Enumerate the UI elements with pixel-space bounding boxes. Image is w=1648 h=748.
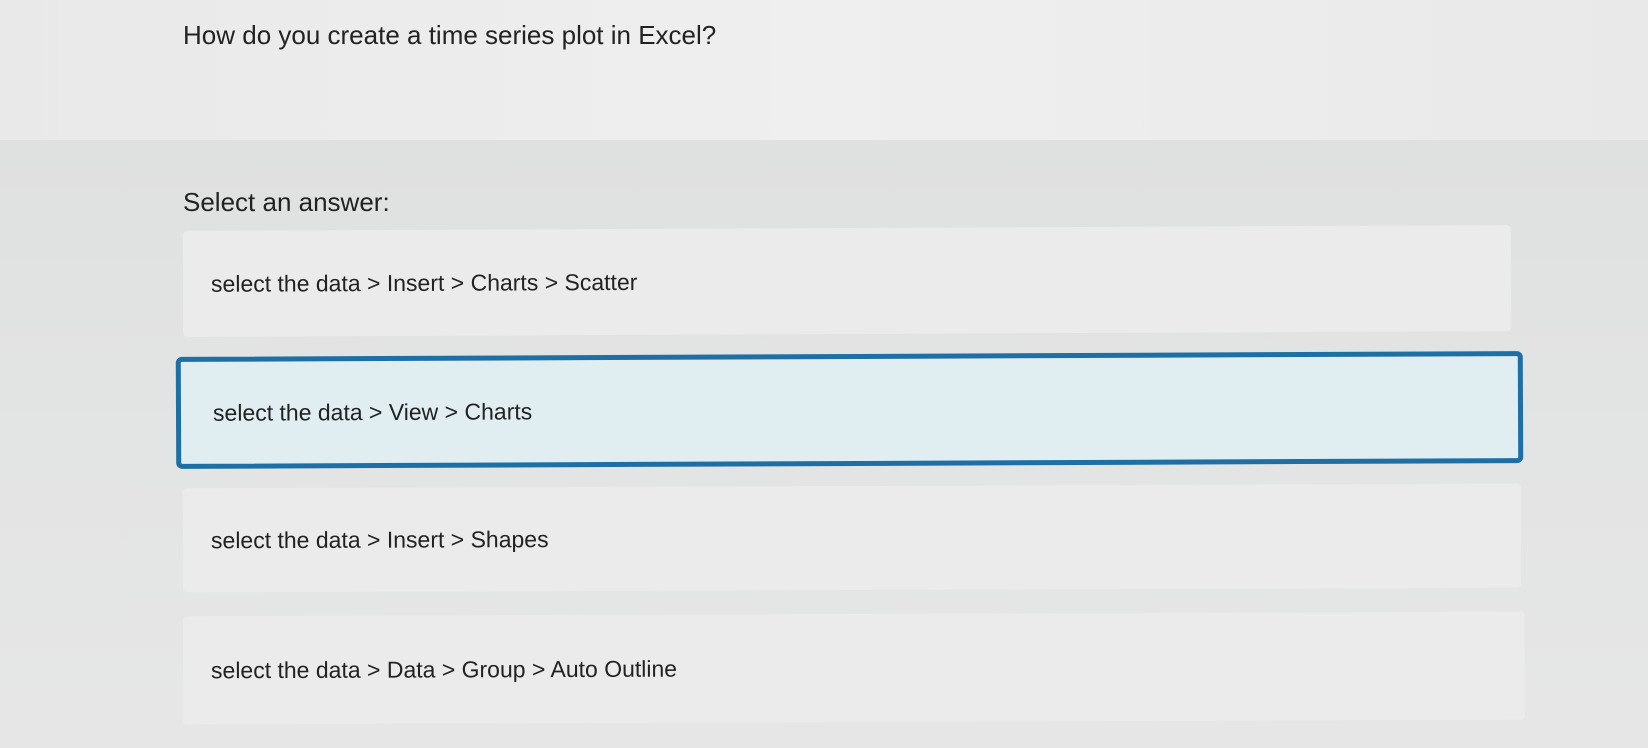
answer-option-4[interactable]: select the data > Data > Group > Auto Ou… [182, 611, 1526, 725]
answer-option-label: select the data > Insert > Shapes [210, 525, 549, 553]
question-text: How do you create a time series plot in … [183, 20, 717, 50]
select-answer-prompt: Select an answer: [183, 187, 390, 217]
answer-option-2-selected[interactable]: select the data > View > Charts [175, 351, 1524, 469]
answer-option-1[interactable]: select the data > Insert > Charts > Scat… [182, 225, 1512, 337]
answer-option-3[interactable]: select the data > Insert > Shapes [182, 483, 1522, 593]
answer-option-label: select the data > View > Charts [212, 397, 533, 426]
answer-option-label: select the data > Insert > Charts > Scat… [210, 268, 638, 297]
answer-option-label: select the data > Data > Group > Auto Ou… [210, 655, 678, 683]
